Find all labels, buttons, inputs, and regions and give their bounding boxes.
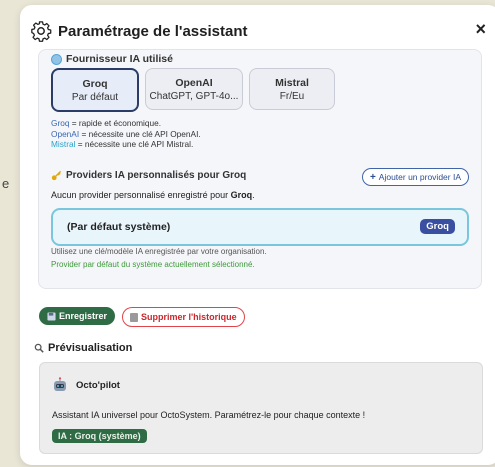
provider-option-groq[interactable]: Groq Par défaut	[51, 68, 139, 112]
provider-notes: Groq = rapide et économique. OpenAI = né…	[51, 118, 201, 150]
save-label: Enregistrer	[59, 311, 108, 321]
none-provider: Groq	[230, 190, 253, 200]
preview-heading-label: Prévisualisation	[48, 342, 133, 354]
note-groq-text: = rapide et économique.	[69, 118, 162, 128]
gear-icon	[31, 21, 52, 42]
note-mistral: Mistral = nécessite une clé API Mistral.	[51, 139, 201, 150]
background-text-fragment: e	[2, 176, 10, 191]
default-provider-option[interactable]: (Par défaut système) Groq	[51, 208, 469, 246]
hint-organisation: Utilisez une clé/modèle IA enregistrée p…	[51, 247, 267, 256]
custom-heading-label: Providers IA personnalisés pour Groq	[66, 170, 247, 181]
save-button[interactable]: Enregistrer	[39, 307, 116, 325]
provider-sub: Fr/Eu	[279, 90, 305, 102]
magnifier-icon	[34, 343, 44, 353]
plus-icon: +	[369, 171, 376, 183]
clear-history-button[interactable]: Supprimer l'historique	[122, 307, 245, 327]
add-provider-button[interactable]: + Ajouter un provider IA	[361, 168, 469, 186]
note-mistral-name: Mistral	[51, 139, 76, 149]
note-groq: Groq = rapide et économique.	[51, 118, 201, 129]
note-groq-name: Groq	[51, 118, 70, 128]
note-openai: OpenAI = nécessite une clé API OpenAI.	[51, 129, 201, 140]
key-icon	[51, 170, 62, 181]
bot-provider-tag: IA : Groq (système)	[52, 429, 147, 443]
provider-section-heading: Fournisseur IA utilisé	[51, 53, 173, 65]
globe-icon	[51, 53, 62, 65]
note-mistral-text: = nécessite une clé API Mistral.	[75, 139, 194, 149]
bot-name: Octo'pilot	[76, 379, 120, 391]
note-openai-text: = nécessite une clé API OpenAI.	[79, 128, 201, 139]
bot-description: Assistant IA universel pour OctoSystem. …	[52, 410, 366, 420]
assistant-settings-modal: Paramétrage de l'assistant × Fournisseur…	[20, 5, 495, 465]
preview-card: Octo'pilot Assistant IA universel pour O…	[39, 362, 483, 454]
provider-name: Mistral	[275, 76, 309, 89]
robot-icon	[54, 377, 66, 391]
none-suffix: .	[252, 190, 255, 200]
hint-default-selected: Provider par défaut du système actuellem…	[51, 260, 255, 269]
modal-title: Paramétrage de l'assistant	[58, 22, 248, 40]
provider-option-openai[interactable]: OpenAI ChatGPT, GPT-4o...	[145, 68, 243, 110]
no-custom-provider-message: Aucun provider personnalisé enregistré p…	[51, 190, 255, 200]
default-provider-label: (Par défaut système)	[67, 221, 171, 233]
default-provider-badge: Groq	[420, 219, 455, 234]
provider-option-mistral[interactable]: Mistral Fr/Eu	[249, 68, 335, 110]
trash-icon	[130, 312, 138, 322]
provider-name: Groq	[82, 77, 108, 90]
provider-settings-panel: Fournisseur IA utilisé Groq Par défaut O…	[38, 49, 482, 289]
note-openai-name: OpenAI	[51, 128, 80, 139]
provider-sub: ChatGPT, GPT-4o...	[149, 90, 239, 102]
close-icon[interactable]: ×	[475, 19, 486, 40]
custom-providers-heading: Providers IA personnalisés pour Groq	[51, 170, 246, 181]
floppy-icon	[47, 311, 56, 321]
provider-options: Groq Par défaut OpenAI ChatGPT, GPT-4o..…	[51, 68, 335, 112]
none-prefix: Aucun provider personnalisé enregistré p…	[51, 190, 231, 200]
provider-sub: Par défaut	[71, 91, 119, 103]
add-provider-label: Ajouter un provider IA	[378, 172, 461, 182]
provider-heading-label: Fournisseur IA utilisé	[66, 53, 173, 65]
bot-header: Octo'pilot	[52, 377, 120, 393]
provider-name: OpenAI	[175, 76, 213, 89]
modal-header: Paramétrage de l'assistant ×	[30, 15, 486, 47]
preview-heading: Prévisualisation	[34, 342, 132, 354]
clear-history-label: Supprimer l'historique	[141, 312, 237, 322]
